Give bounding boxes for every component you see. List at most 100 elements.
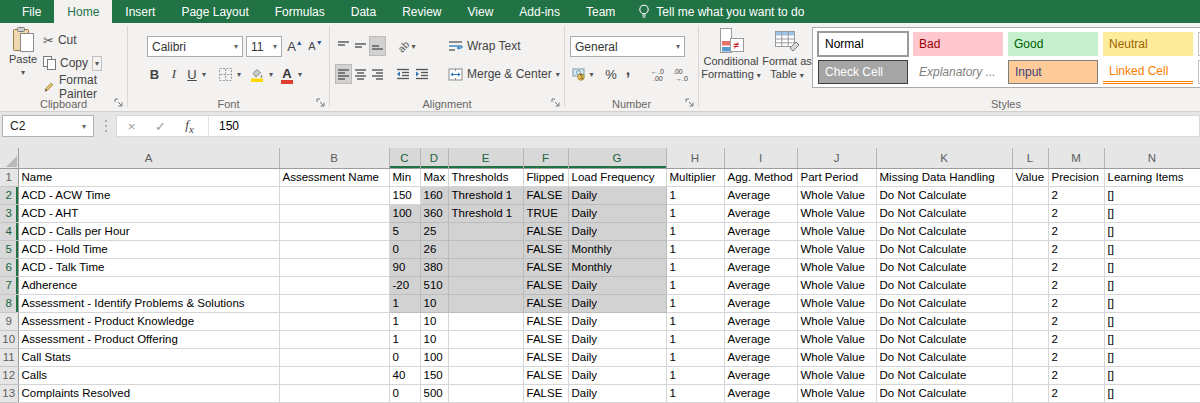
select-all-corner[interactable] [0,148,18,168]
cell-B7[interactable] [279,276,389,294]
cell-D10[interactable]: 10 [420,330,448,348]
cell-J2[interactable]: Whole Value [797,186,876,204]
cell-F4[interactable]: FALSE [523,222,568,240]
align-middle-button[interactable] [352,36,369,56]
borders-button[interactable] [216,64,234,84]
cell-style-check-cell[interactable]: Check Cell [818,60,908,84]
row-header-4[interactable]: 4 [0,222,18,240]
cell-K10[interactable]: Do Not Calculate [876,330,1012,348]
cell-F5[interactable]: FALSE [523,240,568,258]
cell-H13[interactable]: 1 [666,384,724,402]
cell-C8[interactable]: 1 [389,294,420,312]
cell-B11[interactable] [279,348,389,366]
cell-N4[interactable]: [] [1104,222,1200,240]
cell-C10[interactable]: 1 [389,330,420,348]
cell-E8[interactable] [448,294,523,312]
row-header-13[interactable]: 13 [0,384,18,402]
row-header-12[interactable]: 12 [0,366,18,384]
cell-I10[interactable]: Average [724,330,797,348]
cell-I1[interactable]: Agg. Method [724,168,797,186]
cell-B10[interactable] [279,330,389,348]
row-header-5[interactable]: 5 [0,240,18,258]
cell-J10[interactable]: Whole Value [797,330,876,348]
row-header-1[interactable]: 1 [0,168,18,186]
cell-A12[interactable]: Calls [18,366,279,384]
cell-B4[interactable] [279,222,389,240]
name-box[interactable]: C2 ▾ [2,115,94,137]
column-header-G[interactable]: G [568,148,666,168]
insert-function-button[interactable]: fx [175,117,204,135]
cell-F10[interactable]: FALSE [523,330,568,348]
paste-dropdown-arrow[interactable]: ▾ [21,66,25,79]
cell-N2[interactable]: [] [1104,186,1200,204]
cell-D9[interactable]: 10 [420,312,448,330]
conditional-formatting-button[interactable]: ≠ Conditional Formatting ▾ [701,27,761,82]
cell-K5[interactable]: Do Not Calculate [876,240,1012,258]
cell-K13[interactable]: Do Not Calculate [876,384,1012,402]
cell-I9[interactable]: Average [724,312,797,330]
column-header-K[interactable]: K [876,148,1012,168]
cell-G9[interactable]: Daily [568,312,666,330]
cell-M11[interactable]: 2 [1048,348,1104,366]
row-header-8[interactable]: 8 [0,294,18,312]
cell-M2[interactable]: 2 [1048,186,1104,204]
font-dialog-launcher[interactable] [316,98,326,108]
cell-F8[interactable]: FALSE [523,294,568,312]
cell-A3[interactable]: ACD - AHT [18,204,279,222]
cell-A13[interactable]: Complaints Resolved [18,384,279,402]
row-header-9[interactable]: 9 [0,312,18,330]
cell-N13[interactable]: [] [1104,384,1200,402]
cell-L1[interactable]: Value [1012,168,1048,186]
font-size-combo[interactable]: 11 ▾ [246,36,282,57]
orientation-button[interactable]: ab ▾ [394,36,420,56]
tab-add-ins[interactable]: Add-ins [506,0,573,23]
tab-page-layout[interactable]: Page Layout [168,0,261,23]
enter-button[interactable]: ✓ [146,119,175,134]
cell-G10[interactable]: Daily [568,330,666,348]
clipboard-dialog-launcher[interactable] [114,98,124,108]
cell-A8[interactable]: Assessment - Identify Problems & Solutio… [18,294,279,312]
cell-E4[interactable] [448,222,523,240]
tab-formulas[interactable]: Formulas [262,0,338,23]
cell-M9[interactable]: 2 [1048,312,1104,330]
cell-style-linked-cell[interactable]: Linked Cell [1103,60,1193,84]
cell-K9[interactable]: Do Not Calculate [876,312,1012,330]
cell-H7[interactable]: 1 [666,276,724,294]
increase-indent-button[interactable] [413,64,431,84]
cell-D2[interactable]: 160 [420,186,448,204]
number-format-combo[interactable]: General ▾ [570,36,685,57]
cell-J5[interactable]: Whole Value [797,240,876,258]
cell-C4[interactable]: 5 [389,222,420,240]
cell-I6[interactable]: Average [724,258,797,276]
row-header-7[interactable]: 7 [0,276,18,294]
cell-A2[interactable]: ACD - ACW Time [18,186,279,204]
cell-G1[interactable]: Load Frequency [568,168,666,186]
cell-G6[interactable]: Monthly [568,258,666,276]
cell-J11[interactable]: Whole Value [797,348,876,366]
cell-H4[interactable]: 1 [666,222,724,240]
tab-data[interactable]: Data [338,0,389,23]
cell-A11[interactable]: Call Stats [18,348,279,366]
cell-N6[interactable]: [] [1104,258,1200,276]
align-bottom-button[interactable] [369,36,386,56]
cell-J4[interactable]: Whole Value [797,222,876,240]
wrap-text-button[interactable]: Wrap Text [448,36,521,56]
cell-M8[interactable]: 2 [1048,294,1104,312]
cell-C9[interactable]: 1 [389,312,420,330]
column-header-I[interactable]: I [724,148,797,168]
column-header-H[interactable]: H [666,148,724,168]
cell-I12[interactable]: Average [724,366,797,384]
row-header-10[interactable]: 10 [0,330,18,348]
cell-H8[interactable]: 1 [666,294,724,312]
cell-D11[interactable]: 100 [420,348,448,366]
cell-M4[interactable]: 2 [1048,222,1104,240]
cell-H9[interactable]: 1 [666,312,724,330]
cell-L3[interactable] [1012,204,1048,222]
cell-J1[interactable]: Part Period [797,168,876,186]
tell-me-box[interactable]: Tell me what you want to do [628,0,814,23]
cell-E1[interactable]: Thresholds [448,168,523,186]
copy-dropdown-arrow[interactable]: ▾ [92,56,102,71]
cell-K11[interactable]: Do Not Calculate [876,348,1012,366]
cell-N11[interactable]: [] [1104,348,1200,366]
cell-F7[interactable]: FALSE [523,276,568,294]
